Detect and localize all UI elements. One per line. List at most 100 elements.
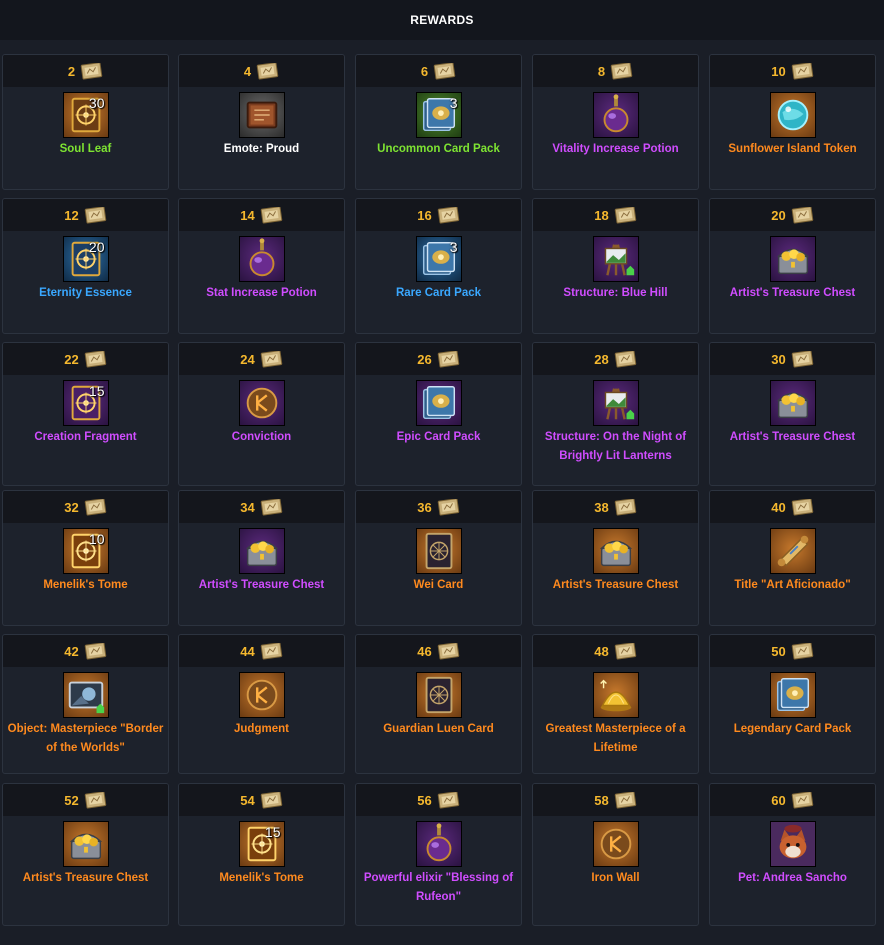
card-pack-icon[interactable] — [769, 672, 816, 718]
fragment-card-icon[interactable]: 15 — [62, 380, 109, 426]
tome-icon[interactable]: 10 — [62, 528, 109, 574]
reward-card[interactable]: 38 Artist's Treasure Chest — [532, 490, 699, 626]
treasure-chest-icon[interactable] — [769, 236, 816, 282]
reward-label: Creation Fragment — [34, 431, 137, 443]
reward-card[interactable]: 10 Sunflower Island Token — [709, 54, 876, 190]
reward-label: Vitality Increase Potion — [552, 143, 679, 155]
reward-card[interactable]: 60 Pet: Andrea Sancho — [709, 783, 876, 926]
tome-icon[interactable]: 15 — [238, 821, 285, 867]
reward-label: Artist's Treasure Chest — [729, 287, 856, 299]
reward-label: Legendary Card Pack — [733, 723, 852, 735]
reward-level: 52 — [64, 792, 79, 808]
reward-card[interactable]: 56 Powerful elixir "Blessing of Rufeon" — [355, 783, 522, 926]
emote-book-icon[interactable] — [238, 92, 285, 138]
reward-card[interactable]: 30 Artist's Treasure Chest — [709, 342, 876, 486]
reward-card[interactable]: 4 Emote: Proud — [178, 54, 345, 190]
reward-label: Greatest Masterpiece of a Lifetime — [545, 723, 686, 754]
ticket-icon — [613, 206, 637, 224]
rewards-header: REWARDS — [0, 0, 884, 40]
reward-label: Menelik's Tome — [219, 872, 304, 884]
reward-card[interactable]: 12 20 Eternity Essence — [2, 198, 169, 334]
potion-icon[interactable] — [592, 92, 639, 138]
pet-portrait-icon[interactable] — [769, 821, 816, 867]
reward-label: Uncommon Card Pack — [377, 143, 500, 155]
rune-icon[interactable] — [238, 380, 285, 426]
treasure-chest-icon[interactable] — [238, 528, 285, 574]
card-pack-icon[interactable] — [415, 380, 462, 426]
golden-dome-icon[interactable] — [592, 672, 639, 718]
potion-icon[interactable] — [415, 821, 462, 867]
reward-quantity: 15 — [264, 824, 281, 840]
ticket-icon — [790, 350, 814, 368]
reward-card[interactable]: 46 Guardian Luen Card — [355, 634, 522, 774]
rewards-grid: 2 30 Soul Leaf 4 Emote: Proud 6 3 Uncommon Card… — [0, 40, 884, 945]
scroll-icon[interactable] — [769, 528, 816, 574]
tarot-card-icon[interactable] — [415, 528, 462, 574]
token-orb-icon[interactable] — [769, 92, 816, 138]
reward-level-header: 18 — [533, 199, 698, 231]
reward-card[interactable]: 18 Structure: Blue Hill — [532, 198, 699, 334]
reward-label: Artist's Treasure Chest — [552, 579, 679, 591]
ticket-icon — [613, 498, 637, 516]
reward-card[interactable]: 42 Object: Masterpiece "Border of the Wor… — [2, 634, 169, 774]
reward-label: Judgment — [234, 723, 289, 735]
reward-level-header: 28 — [533, 343, 698, 375]
reward-label: Guardian Luen Card — [383, 723, 494, 735]
reward-card[interactable]: 40 Title "Art Aficionado" — [709, 490, 876, 626]
reward-label: Pet: Andrea Sancho — [738, 872, 847, 884]
reward-card[interactable]: 8 Vitality Increase Potion — [532, 54, 699, 190]
easel-icon[interactable] — [592, 236, 639, 282]
reward-level: 46 — [417, 643, 432, 659]
treasure-chest-icon[interactable] — [769, 380, 816, 426]
treasure-chest-icon[interactable] — [62, 821, 109, 867]
reward-level-header: 44 — [179, 635, 344, 667]
reward-card[interactable]: 48 Greatest Masterpiece of a Lifetime — [532, 634, 699, 774]
reward-level: 36 — [417, 499, 432, 515]
ticket-icon — [790, 62, 814, 80]
reward-card[interactable]: 28 Structure: On the Night of Brightly Li… — [532, 342, 699, 486]
reward-card[interactable]: 58 Iron Wall — [532, 783, 699, 926]
reward-level: 2 — [67, 63, 76, 79]
reward-card[interactable]: 50 Legendary Card Pack — [709, 634, 876, 774]
reward-card[interactable]: 54 15 Menelik's Tome — [178, 783, 345, 926]
reward-card[interactable]: 44 Judgment — [178, 634, 345, 774]
card-pack-icon[interactable]: 3 — [415, 236, 462, 282]
reward-card[interactable]: 36 Wei Card — [355, 490, 522, 626]
treasure-chest-icon[interactable] — [592, 528, 639, 574]
reward-level-header: 10 — [710, 55, 875, 87]
reward-card[interactable]: 32 10 Menelik's Tome — [2, 490, 169, 626]
reward-quantity: 20 — [88, 239, 105, 255]
reward-card[interactable]: 6 3 Uncommon Card Pack — [355, 54, 522, 190]
reward-label: Sunflower Island Token — [728, 143, 857, 155]
reward-card[interactable]: 14 Stat Increase Potion — [178, 198, 345, 334]
reward-level: 56 — [417, 792, 432, 808]
rune-icon[interactable] — [238, 672, 285, 718]
reward-quantity: 3 — [449, 95, 458, 111]
reward-card[interactable]: 34 Artist's Treasure Chest — [178, 490, 345, 626]
essence-card-icon[interactable]: 20 — [62, 236, 109, 282]
tarot-card-icon[interactable] — [415, 672, 462, 718]
reward-level-header: 40 — [710, 491, 875, 523]
soul-leaf-icon[interactable]: 30 — [62, 92, 109, 138]
reward-card[interactable]: 20 Artist's Treasure Chest — [709, 198, 876, 334]
reward-level-header: 36 — [356, 491, 521, 523]
reward-card[interactable]: 2 30 Soul Leaf — [2, 54, 169, 190]
painting-icon[interactable] — [62, 672, 109, 718]
rune-icon[interactable] — [592, 821, 639, 867]
reward-card[interactable]: 26 Epic Card Pack — [355, 342, 522, 486]
reward-card[interactable]: 24 Conviction — [178, 342, 345, 486]
reward-card[interactable]: 16 3 Rare Card Pack — [355, 198, 522, 334]
reward-card[interactable]: 22 15 Creation Fragment — [2, 342, 169, 486]
reward-card[interactable]: 52 Artist's Treasure Chest — [2, 783, 169, 926]
reward-level: 40 — [771, 499, 786, 515]
ticket-icon — [436, 206, 460, 224]
reward-label: Powerful elixir "Blessing of Rufeon" — [363, 872, 514, 903]
easel-icon[interactable] — [592, 380, 639, 426]
reward-level-header: 8 — [533, 55, 698, 87]
card-pack-icon[interactable]: 3 — [415, 92, 462, 138]
reward-level: 16 — [417, 207, 432, 223]
reward-label: Iron Wall — [591, 872, 640, 884]
potion-icon[interactable] — [238, 236, 285, 282]
ticket-icon — [83, 498, 107, 516]
reward-label: Structure: Blue Hill — [563, 287, 668, 299]
